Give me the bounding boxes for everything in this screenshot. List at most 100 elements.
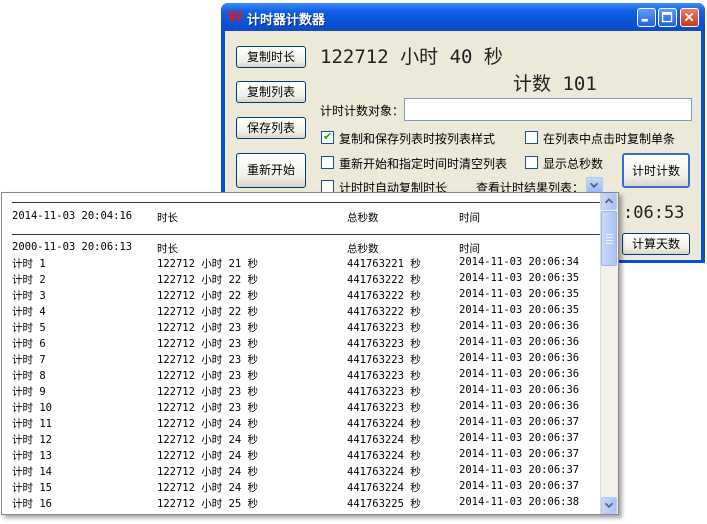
option-list-style-checkbox[interactable]: ✔ [321,130,334,144]
list-item-time: 2014-11-03 20:06:35 [459,304,580,316]
list-item[interactable]: 计时 2 122712 小时 22 秒 441763222 秒 2014-11-03 … [12,272,602,288]
list-item[interactable]: 计时 5 122712 小时 23 秒 441763223 秒 2014-11-03 … [12,320,602,336]
close-icon [684,12,694,22]
list-item-total: 441763222 秒 [347,306,421,318]
list-item-total: 441763223 秒 [347,386,421,398]
minimize-button[interactable] [637,8,656,27]
elapsed-display: 122712 小时 40 秒 [320,42,503,69]
divider [12,234,602,235]
target-input[interactable] [404,98,692,121]
list-item-total: 441763222 秒 [347,290,421,302]
list-item-time: 2014-11-03 20:06:37 [459,432,580,444]
list-item-time: 2014-11-03 20:06:37 [459,480,580,492]
calc-days-button[interactable]: 计算天数 [622,233,690,255]
list-item-name: 计时 4 [12,306,46,318]
option-click-copy-label: 在列表中点击时复制单条 [543,132,676,146]
list-item[interactable]: 计时 7 122712 小时 23 秒 441763223 秒 2014-11-03 … [12,352,602,368]
list-item-name: 计时 9 [12,386,46,398]
minimize-icon [641,18,648,22]
list-item-total: 441763224 秒 [347,482,421,494]
list-item[interactable]: 计时 6 122712 小时 23 秒 441763223 秒 2014-11-03 … [12,336,602,352]
header-time: 时间 [459,243,480,255]
list-item-duration: 122712 小时 24 秒 [157,450,259,462]
header-duration: 时长 [157,243,178,255]
divider [12,202,602,203]
list-item-name: 计时 14 [12,466,52,478]
list-item-time: 2014-11-03 20:06:36 [459,336,580,348]
list-item-total: 441763223 秒 [347,370,421,382]
list-item-total: 441763224 秒 [347,418,421,430]
list-item-duration: 122712 小时 23 秒 [157,354,259,366]
list-item[interactable]: 计时 8 122712 小时 23 秒 441763223 秒 2014-11-03 … [12,368,602,384]
copy-list-button[interactable]: 复制列表 [236,81,306,103]
save-list-button[interactable]: 保存列表 [236,117,306,139]
chevron-down-icon [589,182,599,189]
session-start-time: 2014-11-03 20:04:16 [12,210,133,222]
target-label: 计时计数对象： [320,104,405,118]
list-item-duration: 122712 小时 23 秒 [157,322,259,334]
list-item[interactable]: 计时 11 122712 小时 24 秒 441763224 秒 2014-11-03… [12,416,602,432]
list-item[interactable]: 计时 1 122712 小时 21 秒 441763221 秒 2014-11-03 … [12,256,602,272]
list-item-total: 441763223 秒 [347,338,421,350]
session-header-row: 2014-11-03 20:04:16 时长 总秒数 时间 [12,210,602,226]
list-item-time: 2014-11-03 20:06:37 [459,464,580,476]
option-clear-list-checkbox[interactable] [321,156,334,169]
copy-duration-button[interactable]: 复制时长 [236,46,306,68]
list-item-time: 2014-11-03 20:06:37 [459,448,580,460]
list-item-name: 计时 2 [12,274,46,286]
list-item[interactable]: 计时 10 122712 小时 23 秒 441763223 秒 2014-11-03… [12,400,602,416]
count-display: 计数 101 [513,69,597,96]
title-bar[interactable]: W 计时器计数器 [221,3,705,31]
seconds-unit: 秒 [483,46,503,68]
scroll-down-button[interactable] [601,497,617,514]
results-list-popup[interactable]: 2014-11-03 20:04:16 时长 总秒数 时间 2000-11-03… [1,192,619,515]
list-item[interactable]: 计时 9 122712 小时 23 秒 441763223 秒 2014-11-03 … [12,384,602,400]
option-click-copy-checkbox[interactable] [525,131,538,144]
list-item[interactable]: 计时 16 122712 小时 25 秒 441763225 秒 2014-11-03… [12,496,602,512]
list-item-name: 计时 3 [12,290,46,302]
list-item-total: 441763223 秒 [347,354,421,366]
window-title: 计时器计数器 [247,13,326,28]
header-total-seconds: 总秒数 [347,243,379,255]
list-item-name: 计时 7 [12,354,46,366]
list-item[interactable]: 计时 15 122712 小时 24 秒 441763224 秒 2014-11-03… [12,480,602,496]
list-item-duration: 122712 小时 23 秒 [157,338,259,350]
chevron-up-icon [604,198,614,204]
elapsed-hours-value: 122712 [320,46,389,68]
option-clear-list-label: 重新开始和指定时间时清空列表 [339,157,508,171]
list-item-duration: 122712 小时 23 秒 [157,386,259,398]
list-item-duration: 122712 小时 22 秒 [157,306,259,318]
list-item-duration: 122712 小时 23 秒 [157,402,259,414]
scroll-up-button[interactable] [601,193,617,210]
vertical-scrollbar[interactable] [600,193,618,514]
list-item-time: 2014-11-03 20:06:36 [459,384,580,396]
list-item[interactable]: 计时 12 122712 小时 24 秒 441763224 秒 2014-11-03… [12,432,602,448]
count-button[interactable]: 计时计数 [622,153,690,188]
list-item[interactable]: 计时 13 122712 小时 24 秒 441763224 秒 2014-11-03… [12,448,602,464]
grip-line [606,243,613,244]
list-item-time: 2014-11-03 20:06:34 [459,256,580,268]
list-item-total: 441763225 秒 [347,498,421,510]
maximize-button[interactable] [658,8,677,27]
list-item-duration: 122712 小时 24 秒 [157,482,259,494]
list-item-name: 计时 5 [12,322,46,334]
list-item-duration: 122712 小时 24 秒 [157,434,259,446]
list-item-duration: 122712 小时 22 秒 [157,290,259,302]
restart-button[interactable]: 重新开始 [236,153,306,188]
scroll-thumb[interactable] [601,211,617,266]
list-item[interactable]: 计时 3 122712 小时 22 秒 441763222 秒 2014-11-03 … [12,288,602,304]
list-item-duration: 122712 小时 24 秒 [157,466,259,478]
option-total-seconds-checkbox[interactable] [525,156,538,169]
header-total-seconds: 总秒数 [347,212,379,224]
list-item[interactable]: 计时 14 122712 小时 24 秒 441763224 秒 2014-11-03… [12,464,602,480]
option-list-style-label: 复制和保存列表时按列表样式 [339,132,496,146]
columns-header-row: 2000-11-03 20:06:13 时长 总秒数 时间 [12,241,602,257]
maximize-icon [661,11,673,23]
list-item-time: 2014-11-03 20:06:37 [459,416,580,428]
chevron-down-icon [604,502,614,509]
list-item[interactable]: 计时 4 122712 小时 22 秒 441763222 秒 2014-11-03 … [12,304,602,320]
list-item-total: 441763224 秒 [347,466,421,478]
list-item-duration: 122712 小时 24 秒 [157,418,259,430]
list-item-time: 2014-11-03 20:06:36 [459,320,580,332]
close-button[interactable] [680,8,699,27]
